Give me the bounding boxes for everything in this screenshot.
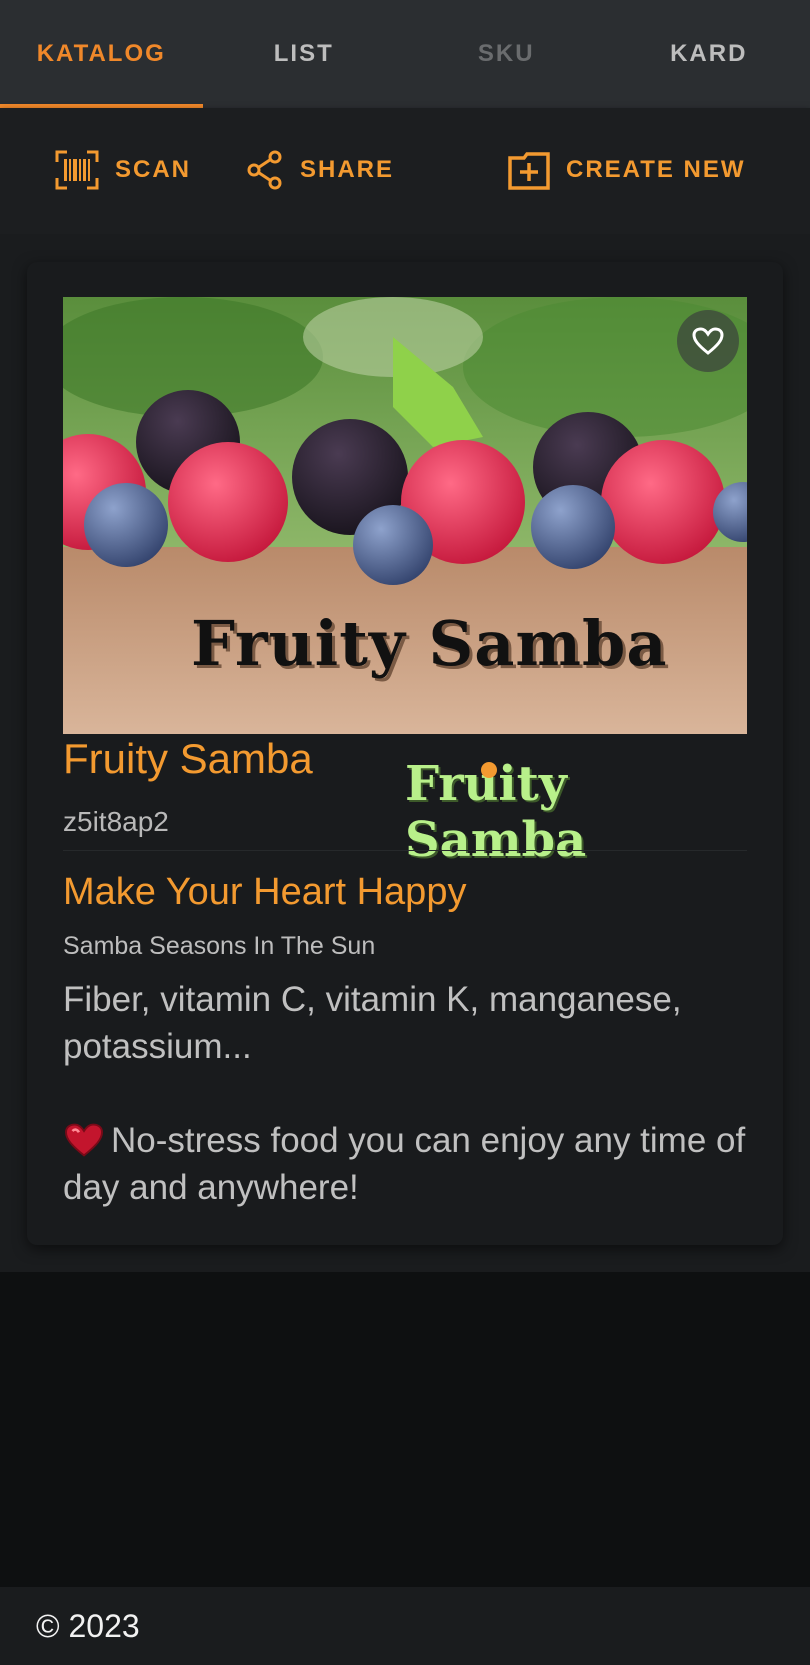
tab-katalog[interactable]: KATALOG	[0, 0, 203, 108]
product-image: Fruity Samba	[63, 297, 747, 734]
footer: © 2023	[0, 1587, 810, 1665]
product-note: No-stress food you can enjoy any time of…	[63, 1117, 747, 1211]
orange-dot	[481, 762, 497, 778]
share-icon	[247, 150, 282, 190]
tab-kard[interactable]: KARD	[608, 0, 810, 108]
brand-logo: Fruity Samba	[405, 748, 735, 868]
tab-bar: KATALOG LIST SKU KARD	[0, 0, 810, 108]
tab-sku[interactable]: SKU	[405, 0, 608, 108]
divider	[63, 850, 747, 851]
product-headline: Make Your Heart Happy	[63, 871, 467, 913]
favorite-button[interactable]	[677, 310, 739, 372]
share-button[interactable]: SHARE	[246, 150, 394, 190]
add-box-icon	[508, 152, 550, 190]
product-note-text: No-stress food you can enjoy any time of…	[63, 1121, 746, 1207]
scan-label: SCAN	[115, 156, 192, 183]
brand-logo-text: Fruity Samba	[405, 756, 587, 868]
tab-list[interactable]: LIST	[203, 0, 406, 108]
create-new-label: CREATE NEW	[566, 156, 746, 183]
product-code: z5it8ap2	[63, 806, 169, 837]
red-heart-icon	[65, 1123, 103, 1157]
share-label: SHARE	[300, 156, 395, 183]
product-tagline: Samba Seasons In The Sun	[63, 932, 376, 960]
hero-logo-text: Fruity Samba	[191, 607, 668, 680]
product-description: Fiber, vitamin C, vitamin K, manganese, …	[63, 980, 682, 1066]
scan-button[interactable]: SCAN	[55, 150, 191, 190]
product-name: Fruity Samba	[63, 735, 313, 782]
action-toolbar: SCAN SHARE CREATE NEW	[0, 108, 810, 234]
barcode-scan-icon	[55, 150, 99, 190]
heart-outline-icon	[692, 327, 724, 355]
copyright-text: © 2023	[36, 1607, 140, 1644]
create-new-button[interactable]: CREATE NEW	[508, 150, 746, 190]
